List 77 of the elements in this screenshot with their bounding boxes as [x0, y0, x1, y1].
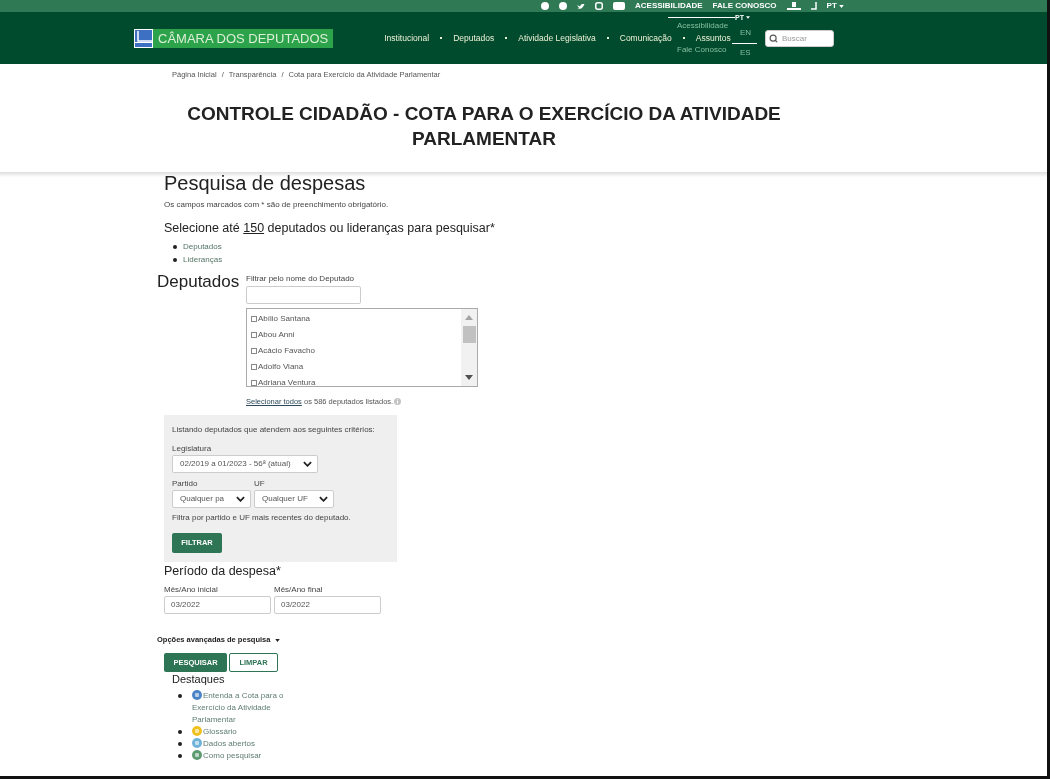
- scroll-thumb[interactable]: [462, 326, 476, 343]
- scroll-down-icon[interactable]: [465, 375, 473, 380]
- scrollbar[interactable]: [461, 309, 477, 386]
- criteria-intro: Listando deputados que atendem aos seguintes critérios:: [172, 424, 376, 435]
- limit-link[interactable]: 150: [243, 221, 265, 235]
- state-select[interactable]: Qualquer UF: [254, 490, 334, 508]
- bullet-icon: [173, 244, 177, 249]
- name-filter-input[interactable]: [246, 286, 361, 304]
- nav-link[interactable]: Assuntos: [695, 32, 731, 44]
- highlight-link[interactable]: Dados abertos: [192, 738, 292, 750]
- legislatura-select[interactable]: 02/2019 a 01/2023 - 56ª (atual): [172, 455, 318, 473]
- section-title: Pesquisa de despesas: [164, 172, 367, 194]
- chevron-down-icon: [319, 496, 328, 502]
- highlights-title: Destaques: [172, 673, 226, 686]
- highlight-link[interactable]: Como pesquisar: [192, 750, 292, 762]
- deputy-listbox[interactable]: Abílio Santana Abou Anni Acácio Favacho Adolfo Viana Adriana Ventura: [246, 308, 478, 387]
- required-note: Os campos marcados com * são de preenchimento obrigatório.: [164, 199, 390, 210]
- filter-note: Filtra por partido e UF mais recentes do deputado.: [172, 513, 352, 523]
- field-label: Mês/Ano inicial: [164, 585, 219, 595]
- field-label: Mês/Ano final: [274, 585, 324, 595]
- bird-icon[interactable]: [577, 2, 585, 10]
- caret-icon: [838, 4, 844, 8]
- caret-icon: [745, 16, 750, 19]
- start-month-input[interactable]: 03/2022: [164, 596, 271, 614]
- top-link[interactable]: FALE CONOSCO: [712, 1, 777, 11]
- field-label: UF: [254, 479, 266, 489]
- field-label: Partido: [172, 479, 199, 489]
- language-menu-link[interactable]: Fale Conosco: [677, 45, 727, 55]
- circle-icon[interactable]: [559, 2, 567, 10]
- deputy-option[interactable]: Adolfo Viana: [251, 359, 461, 375]
- period-title: Período da despesa*: [164, 563, 282, 579]
- search-icon: [769, 33, 778, 43]
- checkbox[interactable]: [251, 380, 257, 386]
- selection-tab-link[interactable]: Lideranças: [183, 253, 223, 266]
- end-month-input[interactable]: 03/2022: [274, 596, 381, 614]
- language-selector[interactable]: PT: [826, 1, 844, 11]
- nav-link[interactable]: Deputados: [453, 32, 495, 44]
- info-icon: [394, 398, 402, 405]
- bullet-icon: [178, 694, 182, 698]
- chevron-down-icon: [303, 461, 312, 467]
- language-option[interactable]: EN: [740, 28, 752, 38]
- bracket-icon[interactable]: [810, 2, 817, 10]
- checkbox[interactable]: [251, 316, 257, 322]
- selection-tab-link[interactable]: Deputados: [183, 240, 222, 253]
- filter-label: Filtrar pelo nome do Deputado: [246, 274, 356, 284]
- bullet-icon: [178, 730, 182, 734]
- party-select[interactable]: Qualquer pa: [172, 490, 251, 508]
- top-link[interactable]: ACESSIBILIDADE: [635, 1, 703, 11]
- nav-link[interactable]: Atividade Legislativa: [518, 32, 596, 44]
- nav-link[interactable]: Comunicação: [619, 32, 672, 44]
- checkbox[interactable]: [251, 332, 257, 338]
- bullet-icon: [173, 257, 177, 262]
- logo-icon[interactable]: [134, 28, 153, 48]
- deputy-option[interactable]: Acácio Favacho: [251, 343, 461, 359]
- field-label: Legislatura: [172, 444, 213, 454]
- deputy-option[interactable]: Abou Anni: [251, 327, 461, 343]
- select-prompt: Selecione até 150 deputados ou lideranças para pesquisar*: [164, 220, 496, 236]
- language-option[interactable]: ES: [740, 48, 751, 58]
- search-field[interactable]: Buscar: [765, 29, 834, 47]
- rounded-square-icon[interactable]: [595, 2, 603, 10]
- chevron-down-icon: [236, 496, 245, 502]
- bullet-icon: [178, 754, 182, 758]
- scroll-up-icon[interactable]: [465, 315, 473, 320]
- deputy-option[interactable]: Adriana Ventura: [251, 375, 461, 386]
- deputados-heading: Deputados: [157, 272, 241, 293]
- checkbox[interactable]: [251, 348, 257, 354]
- highlight-link[interactable]: Entenda a Cota para o Exercício da Atividade Parlamentar: [192, 690, 292, 726]
- checkbox[interactable]: [251, 364, 257, 370]
- rounded-rectangle-icon[interactable]: [613, 2, 625, 10]
- page-title: CONTROLE CIDADÃO - COTA PARA O EXERCÍCIO DA ATIVIDADE PARLAMENTAR: [186, 102, 782, 151]
- language-menu-link[interactable]: Acessibilidade: [677, 21, 729, 31]
- nav-link[interactable]: Institucional: [384, 32, 430, 44]
- bullet-icon: [178, 742, 182, 746]
- deputy-option[interactable]: Abílio Santana: [251, 311, 461, 327]
- circle-icon[interactable]: [541, 2, 549, 10]
- highlight-link[interactable]: Glossário: [192, 726, 292, 738]
- stand-icon[interactable]: [786, 2, 801, 10]
